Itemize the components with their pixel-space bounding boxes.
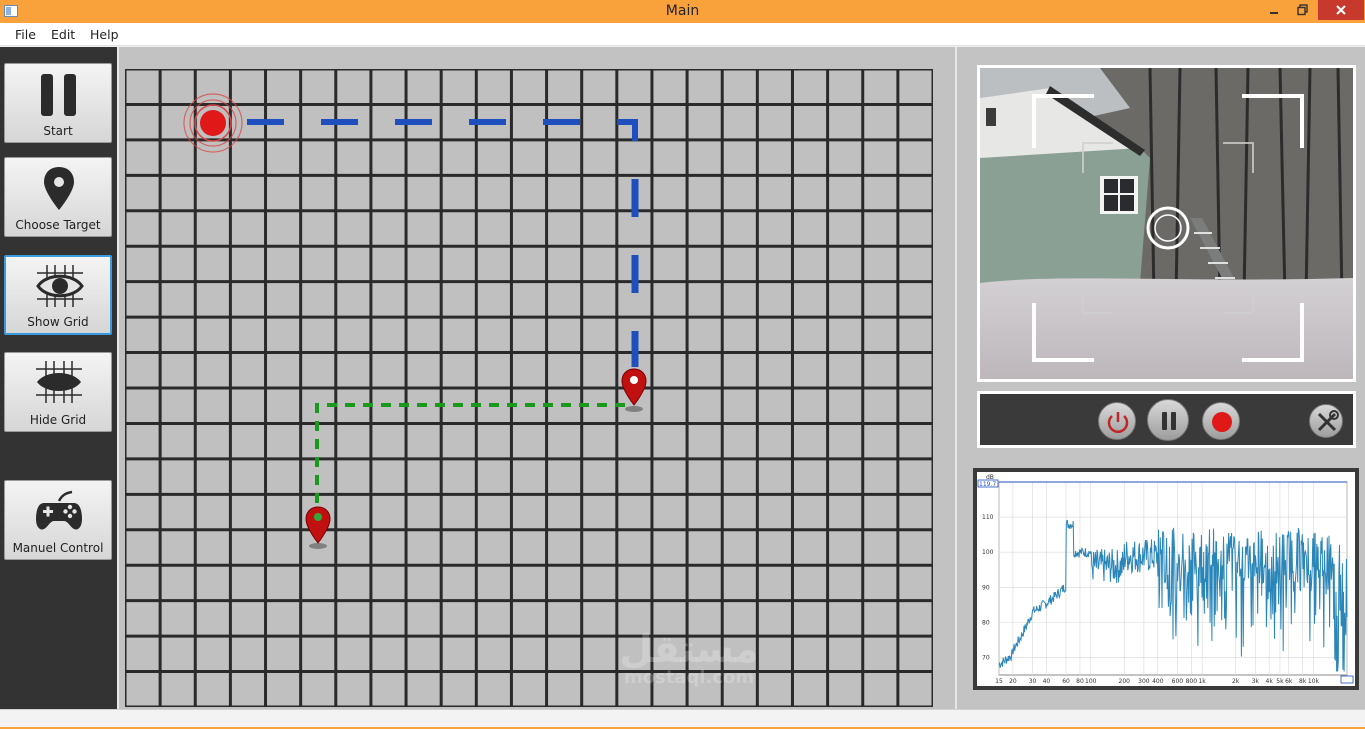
choose-target-label: Choose Target <box>15 218 101 232</box>
spectrum-x-tick: 200 <box>1119 678 1131 685</box>
spectrum-chart: dB 119.7 110100908070 15 20 30 40 60 80 100 200… <box>977 472 1355 686</box>
spectrum-x-ticks: 15 20 30 40 60 80 100 200 300 400 600 800 1k 2k 3k 4k 5k… <box>995 678 1353 685</box>
eye-closed-grid-icon <box>36 361 82 403</box>
right-panel: dB 119.7 110 100 90 80 70 15 20 30 40 60 80 100 200… <box>955 47 1365 709</box>
settings-button[interactable] <box>1309 404 1343 438</box>
manual-control-label: Manuel Control <box>12 541 104 555</box>
camera-controls <box>977 391 1356 448</box>
audio-spectrum-panel: dB 119.7 110 100 90 80 70 15 20 30 40 60 80 100 200… <box>973 468 1359 690</box>
start-button[interactable]: Start <box>4 63 112 143</box>
window-title: Main <box>665 3 700 19</box>
power-button[interactable] <box>1098 402 1136 440</box>
watermark: مستقل mostaql.com <box>599 627 779 688</box>
spectrum-x-tick: 40 <box>1043 678 1051 685</box>
spectrum-x-tick: 80 <box>1076 678 1084 685</box>
spectrum-x-tick: 2k <box>1232 678 1240 685</box>
manual-control-button[interactable]: Manuel Control <box>4 480 112 560</box>
spectrum-x-tick: 400 <box>1152 678 1164 685</box>
spectrum-x-tick: 800 <box>1186 678 1198 685</box>
restore-button[interactable] <box>1290 0 1316 20</box>
spectrum-x-tick: 60 <box>1062 678 1070 685</box>
hide-grid-label: Hide Grid <box>29 413 87 427</box>
spectrum-x-tick: 30 <box>1029 678 1037 685</box>
spectrum-x-tick: 5k <box>1276 678 1284 685</box>
menu-edit[interactable]: Edit <box>51 27 75 42</box>
map-grid[interactable] <box>125 69 933 707</box>
pause-icon <box>41 74 76 116</box>
start-button-label: Start <box>43 124 73 138</box>
camera-image <box>980 68 1353 379</box>
record-icon <box>1212 412 1232 432</box>
close-button[interactable] <box>1318 0 1364 20</box>
spectrum-x-tick: 10k <box>1308 678 1320 685</box>
spectrum-y-tick: 70 <box>982 654 990 661</box>
spectrum-y-tick: 90 <box>982 584 990 591</box>
camera-pause-button[interactable] <box>1147 399 1189 441</box>
tool-sidebar: Start Choose Target Show Grid Hide Grid <box>0 47 117 709</box>
power-icon <box>1107 412 1129 433</box>
minimize-button[interactable] <box>1262 0 1288 20</box>
choose-target-button[interactable]: Choose Target <box>4 157 112 237</box>
menu-file[interactable]: File <box>15 27 36 42</box>
eye-grid-icon <box>36 265 84 307</box>
show-grid-button[interactable]: Show Grid <box>4 255 112 335</box>
spectrum-x-tick: 3k <box>1252 678 1260 685</box>
minimize-icon <box>1270 12 1278 14</box>
spectrum-x-tick: 600 <box>1172 678 1184 685</box>
spectrum-y-tick: 80 <box>982 619 990 626</box>
spectrum-top-value: 119.7 <box>979 481 996 488</box>
spectrum-y-tick: 100 <box>982 549 994 556</box>
spectrum-x-tick: 4k <box>1266 678 1274 685</box>
status-strip <box>0 709 1365 729</box>
show-grid-label: Show Grid <box>27 315 89 329</box>
settings-tools-icon <box>1317 410 1339 432</box>
pause-icon <box>1162 412 1176 430</box>
spectrum-x-tick: 15 <box>995 678 1003 685</box>
camera-frame <box>977 65 1356 382</box>
map-pin-icon <box>44 167 74 210</box>
watermark-text: مستقل <box>619 627 759 671</box>
spectrum-x-tick: 100 <box>1085 678 1097 685</box>
record-button[interactable] <box>1202 402 1240 440</box>
close-icon <box>1336 5 1346 15</box>
hide-grid-button[interactable]: Hide Grid <box>4 352 112 432</box>
menu-bar: File Edit Help <box>0 23 1365 46</box>
title-bar: Main <box>0 0 1365 23</box>
spectrum-y-tick: 110 <box>982 514 994 521</box>
gamepad-icon <box>36 490 82 530</box>
restore-icon <box>1297 4 1308 16</box>
spectrum-x-tick: 20 <box>1009 678 1017 685</box>
camera-feed[interactable] <box>980 68 1353 379</box>
map-grid-panel: مستقل mostaql.com <box>117 47 955 709</box>
spectrum-x-tick: 1k <box>1198 678 1206 685</box>
spectrum-x-tick: 6k <box>1285 678 1293 685</box>
watermark-sub: mostaql.com <box>623 667 755 688</box>
menu-help[interactable]: Help <box>90 27 119 42</box>
spectrum-x-tick: 8k <box>1299 678 1307 685</box>
spectrum-x-tick: 300 <box>1138 678 1150 685</box>
